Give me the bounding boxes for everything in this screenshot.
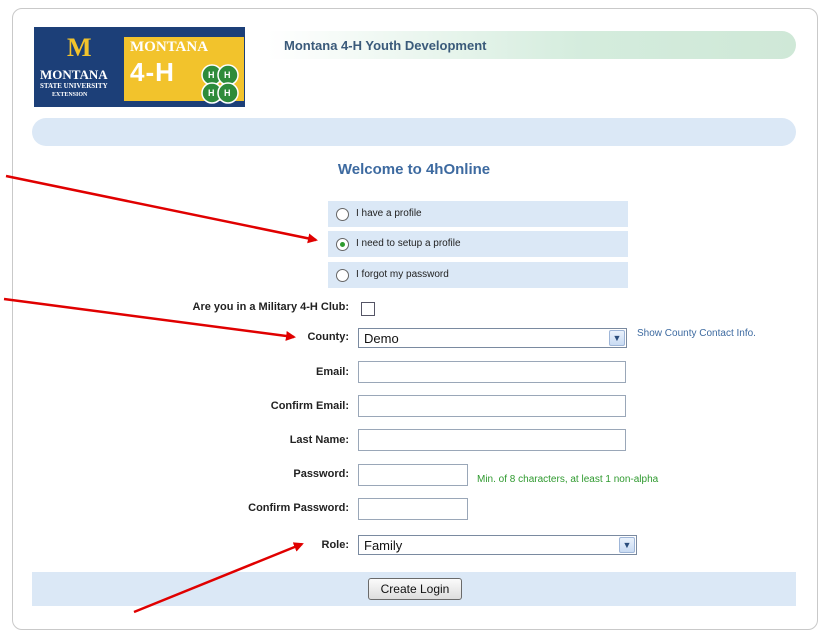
county-contact-link[interactable]: Show County Contact Info. [637, 328, 756, 339]
svg-text:H: H [208, 88, 215, 98]
confirm-email-field[interactable] [358, 395, 626, 417]
radio-option-forgot-password[interactable]: I forgot my password [328, 262, 628, 288]
county-selected-value: Demo [364, 331, 399, 346]
msu-logo: M MONTANA STATE UNIVERSITY EXTENSION [34, 27, 122, 107]
role-selected-value: Family [364, 538, 403, 553]
radio-label: I forgot my password [356, 269, 449, 280]
radio-label: I need to setup a profile [356, 238, 461, 249]
confirm-password-label: Confirm Password: [248, 502, 349, 514]
msu-extension: EXTENSION [52, 92, 88, 98]
badge-4h: 4-H [130, 57, 175, 87]
email-label: Email: [315, 366, 349, 378]
create-login-button[interactable]: Create Login [368, 578, 462, 600]
svg-text:H: H [224, 70, 231, 80]
role-select[interactable]: Family ▼ [358, 535, 637, 555]
county-label: County: [307, 331, 349, 343]
msu-letter: M [67, 33, 92, 62]
radio-option-have-profile[interactable]: I have a profile [328, 201, 628, 227]
montana-4h-badge: MONTANA 4-H HH HH [124, 37, 244, 104]
montana-4h-logo: M MONTANA STATE UNIVERSITY EXTENSION MON… [34, 27, 245, 107]
military-club-label: Are you in a Military 4-H Club: [192, 301, 349, 313]
svg-text:H: H [208, 70, 215, 80]
password-label: Password: [293, 468, 349, 480]
confirm-email-label: Confirm Email: [270, 400, 349, 412]
password-field[interactable] [358, 464, 468, 486]
radio-label: I have a profile [356, 208, 422, 219]
role-label: Role: [321, 539, 350, 551]
badge-montana: MONTANA [130, 39, 209, 55]
chevron-down-icon[interactable]: ▼ [609, 330, 625, 346]
radio-button[interactable] [336, 208, 349, 221]
nav-bar [32, 118, 796, 146]
msu-name: MONTANA [40, 67, 108, 82]
radio-button-selected[interactable] [336, 238, 349, 251]
radio-button[interactable] [336, 269, 349, 282]
county-select[interactable]: Demo ▼ [358, 328, 627, 348]
chevron-down-icon[interactable]: ▼ [619, 537, 635, 553]
confirm-password-field[interactable] [358, 498, 468, 520]
welcome-heading: Welcome to 4hOnline [337, 161, 491, 178]
military-club-checkbox[interactable] [361, 302, 375, 316]
last-name-field[interactable] [358, 429, 626, 451]
email-field[interactable] [358, 361, 626, 383]
site-title: Montana 4-H Youth Development [284, 38, 487, 53]
clover-icon: HH HH [201, 64, 239, 104]
password-hint: Min. of 8 characters, at least 1 non-alp… [477, 474, 659, 485]
radio-option-setup-profile[interactable]: I need to setup a profile [328, 231, 628, 257]
svg-text:H: H [224, 88, 231, 98]
last-name-label: Last Name: [289, 434, 349, 446]
msu-subtitle: STATE UNIVERSITY [40, 82, 108, 90]
